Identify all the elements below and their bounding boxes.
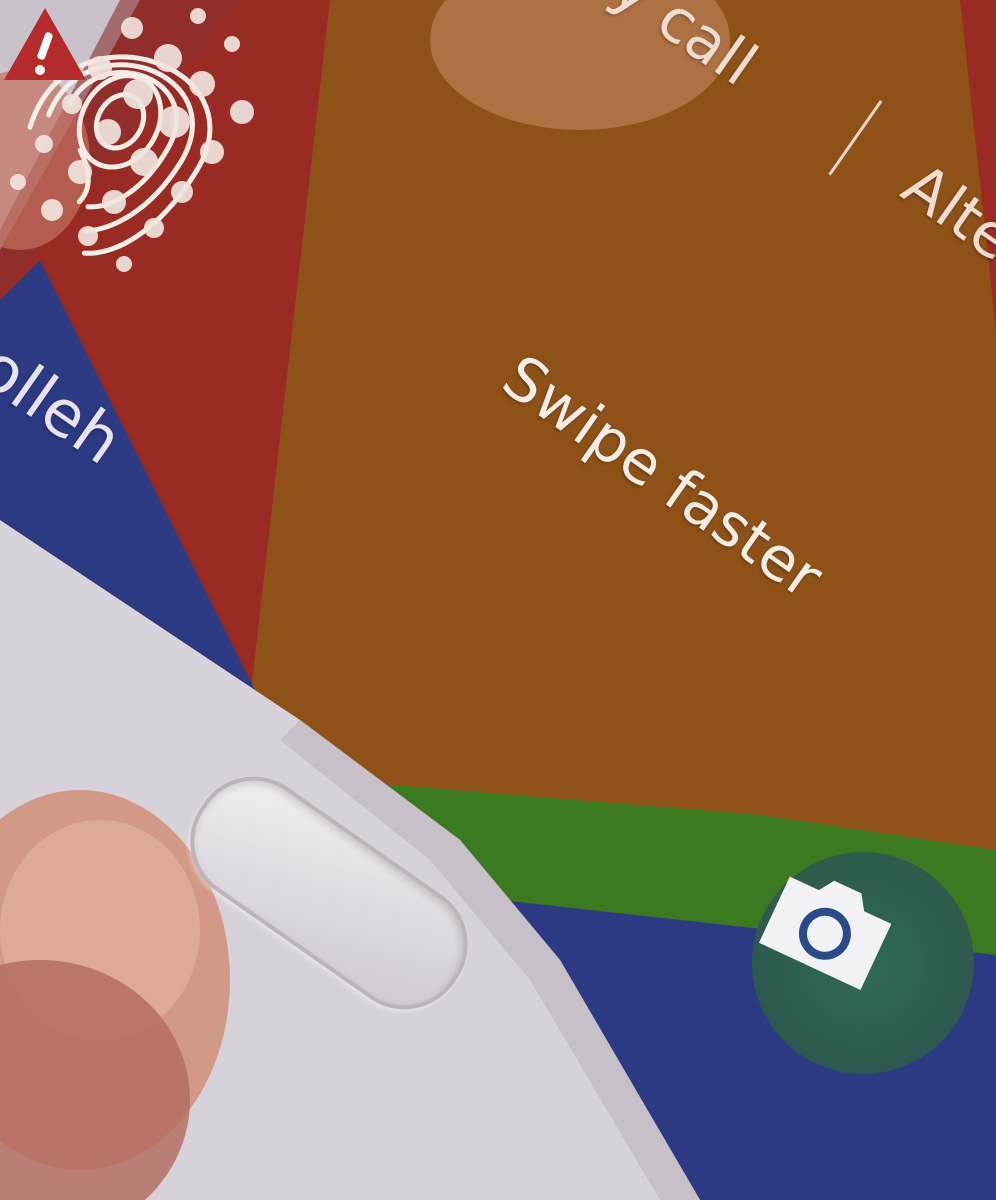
dot-pattern — [10, 8, 254, 272]
camera-shortcut-button[interactable] — [752, 852, 974, 1074]
photo-scene: y call Alte olleh Swipe faster — [0, 0, 996, 1200]
